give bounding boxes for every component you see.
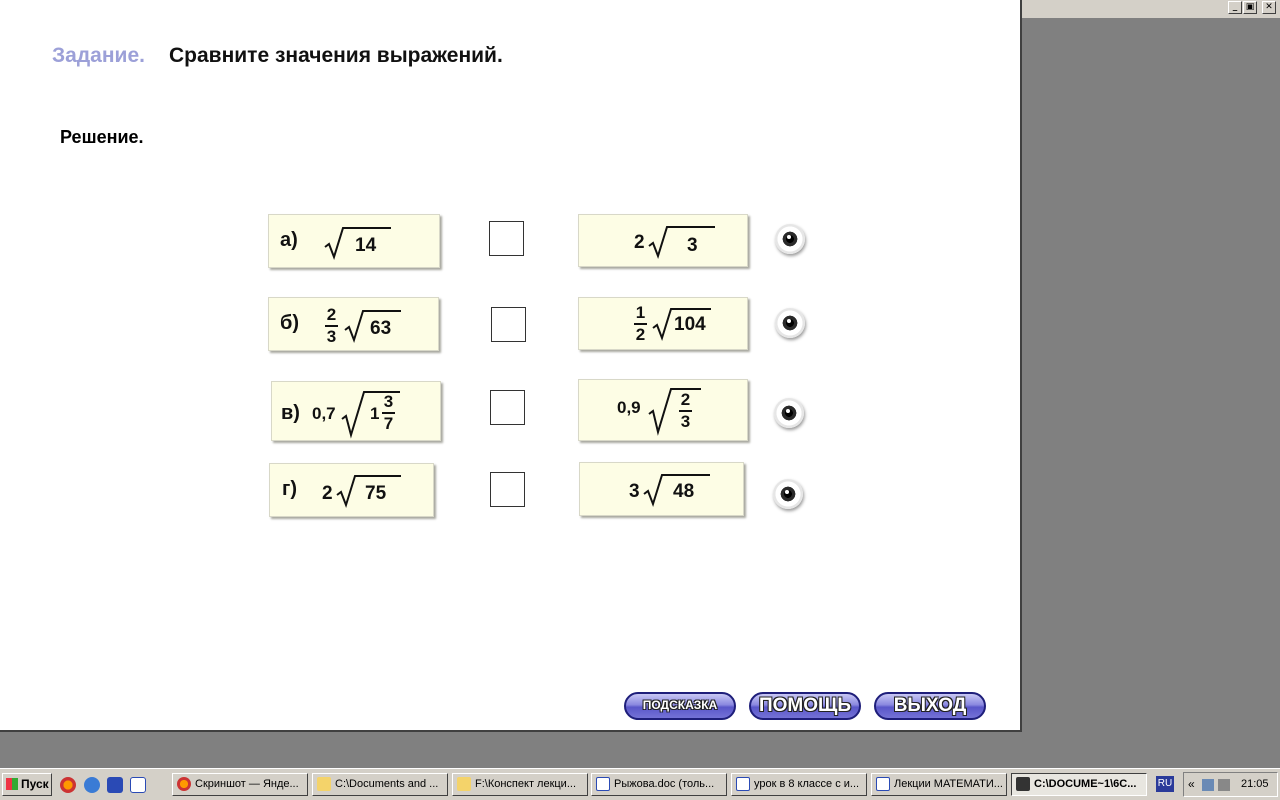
- word-icon: [596, 777, 610, 791]
- comparison-box-d[interactable]: [490, 472, 525, 507]
- denominator: 7: [383, 414, 394, 433]
- coefficient: 0,7: [312, 404, 336, 423]
- slide-window: Задание. Сравните значения выражений. Ре…: [0, 0, 1022, 732]
- close-icon[interactable]: ✕: [1262, 1, 1276, 14]
- radicand: 14: [355, 235, 377, 256]
- network-icon[interactable]: [1202, 779, 1214, 791]
- denominator: 3: [326, 327, 337, 346]
- internet-explorer-icon[interactable]: [84, 777, 100, 793]
- coefficient: 3: [629, 481, 640, 502]
- word-icon: [876, 777, 890, 791]
- taskbar-item-label: Лекции МАТЕМАТИ...: [894, 778, 1003, 790]
- comparison-box-a[interactable]: [489, 221, 524, 256]
- task-label: Задание.: [52, 44, 145, 67]
- comparison-box-b[interactable]: [491, 307, 526, 342]
- taskbar-item-label: урок в 8 классе с и...: [754, 778, 860, 790]
- numerator: 2: [680, 390, 691, 409]
- numerator: 2: [326, 305, 337, 324]
- row-b-right-expression: 1 2 104: [578, 297, 748, 350]
- taskbar-item-label: C:\Documents and ...: [335, 778, 439, 790]
- row-letter: в): [281, 402, 300, 424]
- word-icon: [736, 777, 750, 791]
- fraction: 2 3: [679, 391, 692, 431]
- start-label: Пуск: [21, 777, 49, 791]
- help-button[interactable]: ПОМОЩЬ: [749, 692, 861, 720]
- coefficient: 2: [634, 232, 645, 253]
- row-letter: а): [280, 229, 298, 251]
- check-answer-button-c[interactable]: [774, 398, 804, 428]
- language-indicator[interactable]: RU: [1156, 776, 1174, 792]
- taskbar-item-documents[interactable]: C:\Documents and ...: [312, 773, 448, 796]
- firefox-icon[interactable]: [60, 777, 76, 793]
- taskbar-item-math-lectures[interactable]: Лекции МАТЕМАТИ...: [871, 773, 1007, 796]
- hint-button[interactable]: ПОДСКАЗКА: [624, 692, 736, 720]
- taskbar-item-browser[interactable]: Скриншот — Янде...: [172, 773, 308, 796]
- folder-icon: [457, 777, 471, 791]
- word-icon[interactable]: [130, 777, 146, 793]
- exit-button[interactable]: ВЫХОД: [874, 692, 986, 720]
- tray-expand-icon[interactable]: «: [1188, 777, 1195, 791]
- row-letter: г): [282, 478, 297, 500]
- row-d-left-expression: г) 2 75: [269, 463, 434, 517]
- clock: 21:05: [1241, 778, 1269, 790]
- taskbar-item-presentation[interactable]: C:\DOCUME~1\6C...: [1011, 773, 1147, 796]
- taskbar: Пуск Скриншот — Янде... C:\Documents and…: [0, 768, 1280, 800]
- radicand: 3: [687, 235, 698, 256]
- firefox-icon: [177, 777, 191, 791]
- coefficient: 0,9: [617, 398, 641, 417]
- row-a-left-expression: а) 14: [268, 214, 440, 268]
- row-c-left-expression: в) 0,7 1 3 7: [271, 381, 441, 441]
- system-tray: « 21:05: [1183, 772, 1278, 797]
- fraction: 2 3: [325, 306, 338, 346]
- check-answer-button-a[interactable]: [775, 224, 805, 254]
- taskbar-item-label: F:\Конспект лекци...: [475, 778, 576, 790]
- row-d-right-expression: 3 48: [579, 462, 744, 516]
- windows-flag-icon: [6, 778, 18, 790]
- taskbar-item-word-doc[interactable]: Рыжова.doc (толь...: [591, 773, 727, 796]
- taskbar-item-lesson[interactable]: урок в 8 классе с и...: [731, 773, 867, 796]
- row-a-right-expression: 2 3: [578, 214, 748, 267]
- fraction: 3 7: [382, 393, 395, 433]
- row-letter: б): [280, 312, 300, 334]
- comparison-box-c[interactable]: [490, 390, 525, 425]
- radicand: 63: [370, 318, 392, 339]
- restore-icon[interactable]: ▣: [1243, 1, 1257, 14]
- taskbar-item-lectures-folder[interactable]: F:\Конспект лекци...: [452, 773, 588, 796]
- numerator: 1: [635, 303, 646, 322]
- taskbar-item-label: Рыжова.doc (толь...: [614, 778, 715, 790]
- show-desktop-icon[interactable]: [107, 777, 123, 793]
- coefficient: 2: [322, 483, 333, 504]
- presentation-icon: [1016, 777, 1030, 791]
- check-answer-button-b[interactable]: [775, 308, 805, 338]
- window-title-strip: _ ▣ ✕: [1022, 0, 1280, 19]
- desktop-background: [0, 732, 1280, 768]
- radicand: 75: [365, 483, 387, 504]
- numerator: 3: [383, 392, 394, 411]
- radicand: 48: [673, 481, 695, 502]
- row-c-right-expression: 0,9 2 3: [578, 379, 748, 441]
- volume-icon[interactable]: [1218, 779, 1230, 791]
- task-text: Сравните значения выражений.: [169, 44, 503, 67]
- start-button[interactable]: Пуск: [2, 773, 52, 796]
- taskbar-item-label: C:\DOCUME~1\6C...: [1034, 778, 1137, 790]
- folder-icon: [317, 777, 331, 791]
- check-answer-button-d[interactable]: [773, 479, 803, 509]
- denominator: 3: [680, 412, 691, 431]
- solution-label: Решение.: [60, 127, 144, 147]
- denominator: 2: [635, 325, 646, 344]
- row-b-left-expression: б) 2 3 63: [268, 297, 439, 351]
- fraction: 1 2: [634, 304, 647, 344]
- taskbar-item-label: Скриншот — Янде...: [195, 778, 299, 790]
- minimize-icon[interactable]: _: [1228, 1, 1242, 14]
- whole-part: 1: [370, 404, 380, 423]
- radicand: 104: [674, 314, 706, 335]
